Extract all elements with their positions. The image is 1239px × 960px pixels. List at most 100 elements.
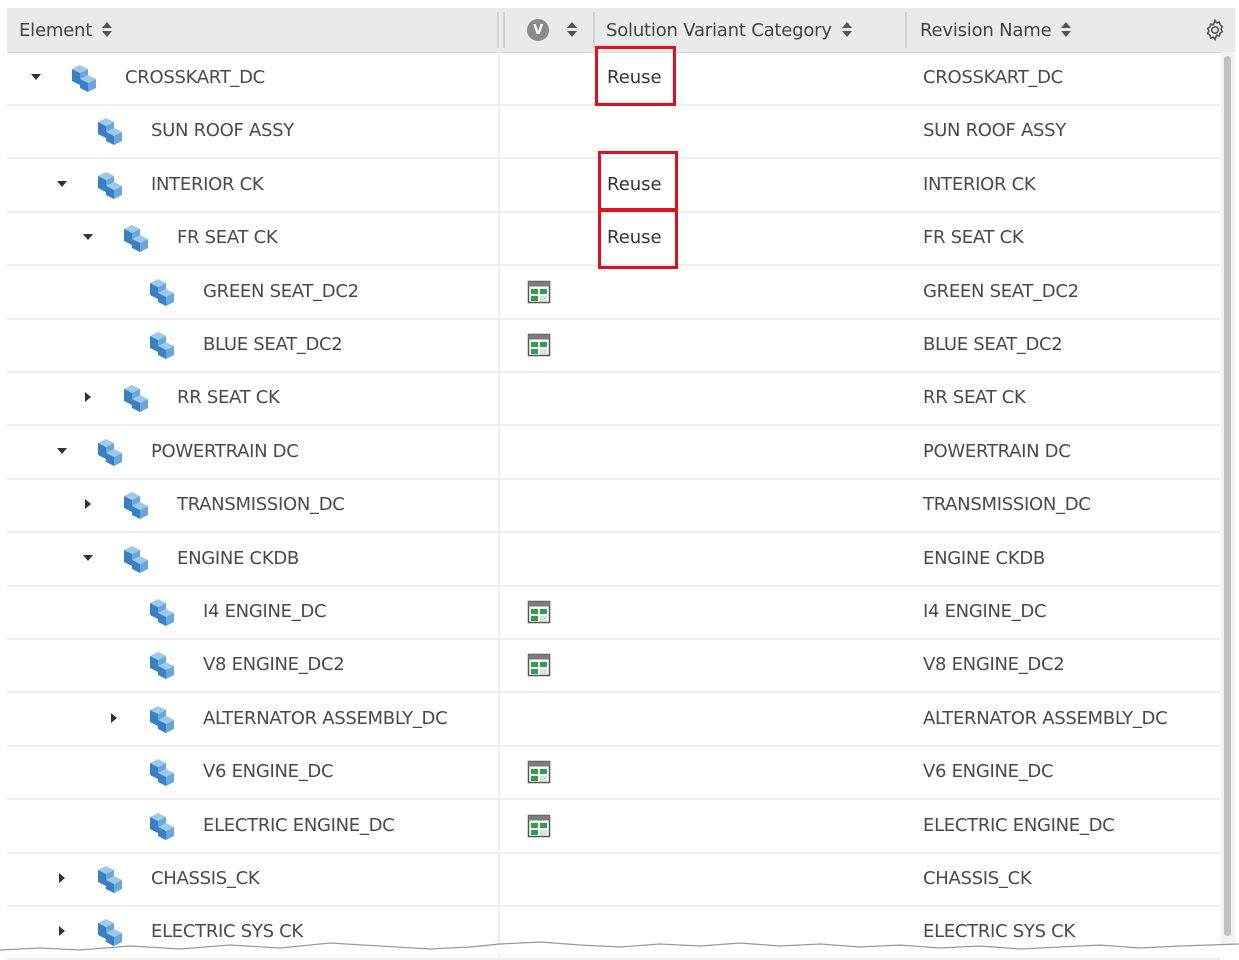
part-icon (124, 492, 148, 520)
element-name: CROSSKART_DC (125, 67, 265, 88)
expand-arrow-icon[interactable] (57, 447, 67, 454)
torn-edge (0, 941, 1239, 953)
revision-name: CHASSIS_CK (923, 868, 1032, 889)
tree-row[interactable]: CROSSKART_DC Reuse CROSSKART_DC (7, 46, 1220, 106)
revision-name: ELECTRIC ENGINE_DC (923, 814, 1115, 836)
element-name: V8 ENGINE_DC2 (203, 654, 345, 676)
column-header-element[interactable]: Element (19, 8, 113, 52)
highlight-box (595, 46, 676, 106)
revision-name: ENGINE CKDB (923, 547, 1045, 569)
revision-name: I4 ENGINE_DC (923, 601, 1047, 622)
element-name: RR SEAT CK (177, 387, 280, 409)
sort-icon[interactable] (1061, 20, 1072, 40)
tree-row[interactable]: CHASSIS_CK CHASSIS_CK (7, 853, 1220, 907)
scrollbar-thumb[interactable] (1224, 56, 1231, 936)
column-header-variant[interactable]: V (527, 8, 577, 52)
element-name: FR SEAT CK (177, 227, 278, 249)
settings-button[interactable] (1203, 8, 1227, 52)
part-icon (98, 866, 122, 893)
variant-option-icon (527, 760, 551, 784)
element-name: POWERTRAIN DC (151, 440, 299, 462)
tree-row[interactable]: V6 ENGINE_DC V6 ENGINE_DC (7, 746, 1220, 801)
part-icon (98, 438, 122, 466)
variant-option-icon (527, 280, 551, 303)
element-name: BLUE SEAT_DC2 (203, 334, 343, 355)
tree-row[interactable]: I4 ENGINE_DC I4 ENGINE_DC (7, 586, 1220, 640)
column-header-element-label: Element (19, 19, 93, 41)
part-icon (150, 705, 174, 733)
column-separator (497, 12, 499, 48)
expand-arrow-icon[interactable] (31, 74, 41, 80)
variant-icon: V (527, 19, 549, 41)
part-icon (150, 278, 174, 306)
element-name: CHASSIS_CK (151, 868, 260, 889)
variant-option-icon (527, 600, 551, 624)
element-name: V6 ENGINE_DC (203, 761, 334, 783)
revision-name: CROSSKART_DC (923, 67, 1063, 88)
part-icon (150, 812, 174, 840)
tree-row[interactable]: FR SEAT CK Reuse FR SEAT CK (7, 209, 1220, 270)
column-separator (593, 12, 595, 48)
sort-icon[interactable] (567, 20, 577, 40)
collapse-arrow-icon[interactable] (85, 499, 91, 510)
column-header-category-label: Solution Variant Category (606, 19, 832, 41)
revision-name: V6 ENGINE_DC (923, 761, 1054, 783)
highlight-box (598, 209, 678, 270)
revision-name: BLUE SEAT_DC2 (923, 334, 1063, 355)
collapse-arrow-icon[interactable] (111, 712, 117, 723)
part-icon (98, 171, 122, 199)
element-name: GREEN SEAT_DC2 (203, 280, 359, 302)
collapse-arrow-icon[interactable] (59, 873, 65, 883)
revision-name: FR SEAT CK (923, 227, 1024, 249)
part-icon (150, 599, 174, 626)
column-header-revision-name[interactable]: Revision Name (920, 8, 1072, 52)
part-icon (72, 65, 96, 92)
revision-name: SUN ROOF ASSY (923, 120, 1066, 142)
revision-name: V8 ENGINE_DC2 (923, 654, 1065, 676)
tree-row[interactable]: POWERTRAIN DC POWERTRAIN DC (7, 425, 1220, 480)
element-name: ENGINE CKDB (177, 547, 299, 569)
tree-row[interactable]: V8 ENGINE_DC2 V8 ENGINE_DC2 (7, 639, 1220, 694)
revision-name: GREEN SEAT_DC2 (923, 280, 1079, 302)
part-icon (124, 225, 148, 253)
variant-option-icon (527, 814, 551, 837)
revision-name: TRANSMISSION_DC (923, 494, 1091, 516)
element-name: INTERIOR CK (151, 173, 264, 195)
part-icon (124, 385, 148, 413)
collapse-arrow-icon[interactable] (85, 392, 91, 403)
tree-row[interactable]: TRANSMISSION_DC TRANSMISSION_DC (7, 479, 1220, 534)
expand-arrow-icon[interactable] (83, 554, 93, 561)
column-separator (503, 12, 505, 48)
tree-row[interactable]: GREEN SEAT_DC2 GREEN SEAT_DC2 (7, 265, 1220, 320)
part-icon (124, 545, 148, 573)
expand-arrow-icon[interactable] (83, 234, 93, 241)
part-icon (150, 332, 174, 359)
column-header-revision-label: Revision Name (920, 19, 1052, 41)
tree-row[interactable]: BLUE SEAT_DC2 BLUE SEAT_DC2 (7, 319, 1220, 373)
part-icon (98, 118, 122, 146)
element-name: SUN ROOF ASSY (151, 120, 294, 142)
tree-row[interactable]: INTERIOR CK Reuse INTERIOR CK (7, 150, 1220, 213)
element-name: TRANSMISSION_DC (177, 494, 345, 516)
part-icon (150, 759, 174, 787)
expand-arrow-icon[interactable] (57, 180, 67, 187)
highlight-box (598, 150, 678, 211)
tree-row[interactable]: ELECTRIC ENGINE_DC ELECTRIC ENGINE_DC (7, 799, 1220, 854)
tree-row[interactable]: RR SEAT CK RR SEAT CK (7, 372, 1220, 427)
revision-name: RR SEAT CK (923, 387, 1026, 409)
revision-name: POWERTRAIN DC (923, 440, 1071, 462)
sort-icon[interactable] (841, 20, 852, 40)
part-icon (150, 652, 174, 680)
tree-row[interactable]: ALTERNATOR ASSEMBLY_DC ALTERNATOR ASSEMBL… (7, 692, 1220, 747)
revision-name: ALTERNATOR ASSEMBLY_DC (923, 707, 1168, 729)
column-separator (905, 12, 907, 48)
sort-icon[interactable] (102, 20, 113, 40)
variant-option-icon (527, 333, 551, 357)
gear-icon (1206, 18, 1224, 42)
variant-option-icon (527, 654, 551, 677)
element-name: ALTERNATOR ASSEMBLY_DC (203, 707, 448, 729)
element-name: ELECTRIC ENGINE_DC (203, 814, 395, 836)
tree-row[interactable]: ENGINE CKDB ENGINE CKDB (7, 532, 1220, 587)
revision-name: INTERIOR CK (923, 173, 1036, 195)
element-name: I4 ENGINE_DC (203, 601, 327, 622)
